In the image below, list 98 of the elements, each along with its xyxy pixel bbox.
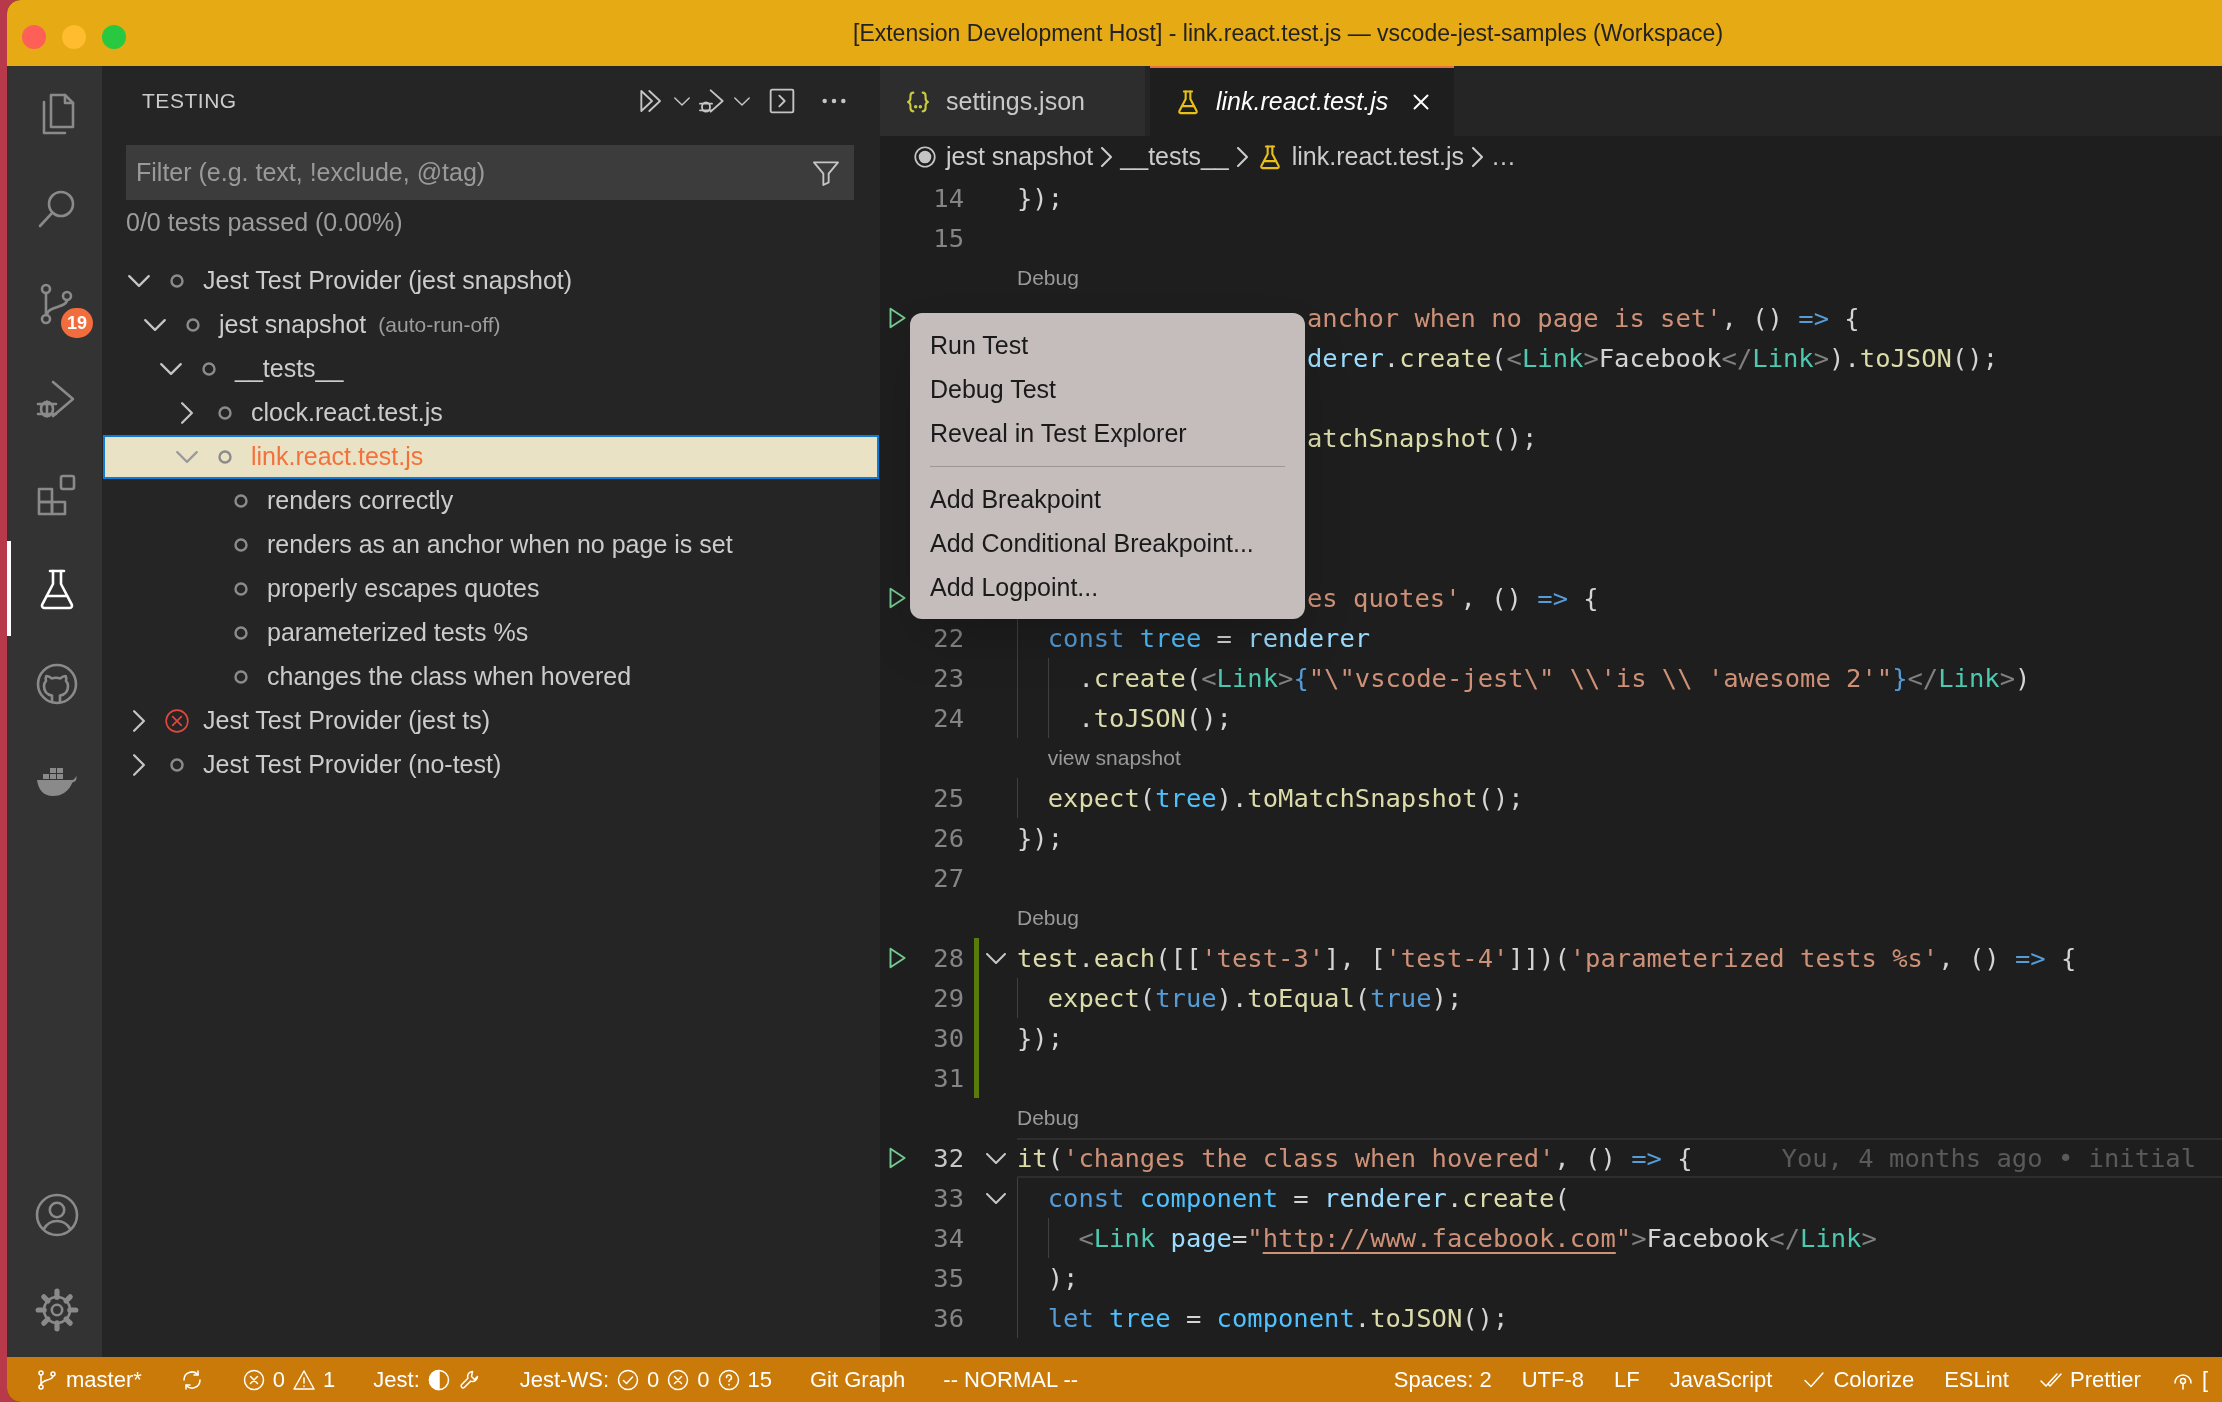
tree-label: renders as an anchor when no page is set [267, 529, 733, 561]
error-icon [164, 706, 190, 736]
line-number: 32 [932, 1141, 964, 1175]
code-line: expect(tree).toMatchSnapshot(); [1017, 778, 1524, 818]
menu-item[interactable]: Debug Test [910, 368, 1305, 412]
line-number: 36 [932, 1301, 964, 1335]
code-line: const component = renderer.create( [1017, 1178, 1570, 1218]
error-icon [241, 1367, 266, 1392]
breadcrumb-item[interactable]: link.react.test.js [1255, 138, 1465, 176]
codelens-link[interactable]: Debug [1017, 1102, 1079, 1134]
code-line: atchSnapshot(); [1307, 421, 1538, 455]
line-number: 26 [932, 821, 964, 855]
half-circle-icon [426, 1367, 451, 1392]
menu-item[interactable]: Reveal in Test Explorer [910, 412, 1305, 456]
menu-item[interactable]: Add Logpoint... [910, 566, 1305, 610]
code-line: test.each([['test-3'], ['test-4']])('parameterized tests %s', () => { [1017, 941, 2077, 975]
check-circle-icon [616, 1367, 640, 1392]
tree-label: renders correctly [267, 485, 454, 517]
line-number: 34 [932, 1221, 964, 1255]
tree-item[interactable]: Jest Test Provider (no-test) [103, 743, 879, 787]
tree-label: Jest Test Provider (no-test) [203, 749, 502, 781]
code-line: derer.create(<Link>Facebook</Link>).toJSON(); [1307, 341, 1998, 375]
code-line: expect(true).toEqual(true); [1017, 978, 1463, 1018]
fold-chevron-icon[interactable] [986, 1152, 1006, 1164]
tree-item[interactable]: changes the class when hovered [103, 655, 879, 699]
code-line: anchor when no page is set', () => { [1307, 301, 1860, 335]
menu-item[interactable]: Run Test [910, 324, 1305, 368]
panel-title: TESTING [142, 88, 237, 115]
code-line: const tree = renderer [1017, 618, 1371, 658]
line-number: 15 [932, 221, 964, 255]
question-icon [716, 1367, 741, 1392]
tree-item[interactable]: renders correctly [103, 479, 879, 523]
line-number: 35 [932, 1261, 964, 1295]
breadcrumb-item[interactable]: … [1491, 138, 1517, 176]
code-line: ); [1017, 1258, 1079, 1298]
code-line: }); [1017, 181, 1064, 215]
line-number: 28 [932, 941, 964, 975]
line-number: 22 [932, 621, 964, 655]
tree-item[interactable]: properly escapes quotes [103, 567, 879, 611]
chevron-right-icon [1236, 147, 1248, 167]
filter-field[interactable]: Filter (e.g. text, !exclude, @tag) [126, 145, 854, 200]
tree-label: link.react.test.js [251, 441, 424, 473]
tree-label: Jest Test Provider (jest snapshot) [203, 265, 573, 297]
code-line: es quotes', () => { [1307, 581, 1599, 615]
tree-item[interactable]: __tests__ [103, 347, 879, 391]
menu-item[interactable]: Add Breakpoint [910, 478, 1305, 522]
code-line: .toJSON(); [1017, 698, 1232, 738]
menu-item[interactable]: Add Conditional Breakpoint... [910, 522, 1305, 566]
tree-item[interactable]: Jest Test Provider (jest ts) [103, 699, 879, 743]
window-title: [Extension Development Host] - link.react.test.js — vscode-jest-samples (Workspace) [853, 18, 1724, 48]
code-line: it('changes the class when hovered', () => { [1017, 1141, 1693, 1175]
fold-chevron-icon[interactable] [986, 952, 1006, 964]
code-line: }); [1017, 1021, 1064, 1055]
notification-badge: 19 [61, 308, 94, 338]
breadcrumb-item[interactable]: jest snapshot [912, 138, 1094, 176]
line-number: 33 [932, 1181, 964, 1215]
target-icon [912, 144, 938, 170]
error-icon [666, 1367, 691, 1392]
tree-label: Jest Test Provider (jest ts) [203, 705, 491, 737]
chevron-right-icon [1101, 147, 1113, 167]
line-number: 14 [932, 181, 964, 215]
line-number: 23 [932, 661, 964, 695]
editor-tab[interactable]: settings.json [880, 66, 1145, 136]
line-number: 25 [932, 781, 964, 815]
codelens-link[interactable]: view snapshot [1047, 742, 1181, 774]
fold-chevron-icon[interactable] [986, 1192, 1006, 1204]
tree-item[interactable]: jest snapshot (auto-run-off) [103, 303, 879, 347]
branch-icon [35, 1367, 59, 1392]
code-line: .create(<Link>{"\"vscode-jest\" \\'is \\ 'awesome 2'"}</Link>) [1017, 658, 2031, 698]
blame-annotation: You, 4 months ago • initial [1781, 1141, 2197, 1175]
line-number: 27 [932, 861, 964, 895]
breadcrumb-item[interactable]: __tests__ [1120, 138, 1229, 176]
warning-icon [292, 1367, 317, 1392]
codelens-link[interactable]: Debug [1017, 262, 1079, 294]
tree-label: clock.react.test.js [251, 397, 443, 429]
codelens-link[interactable]: Debug [1017, 902, 1079, 934]
tree-item[interactable]: clock.react.test.js [103, 391, 879, 435]
code-line: let tree = component.toJSON(); [1017, 1298, 1509, 1338]
line-number: 29 [932, 981, 964, 1015]
tree-description: (auto-run-off) [378, 312, 501, 339]
line-number: 24 [932, 701, 964, 735]
tree-label: __tests__ [235, 353, 344, 385]
code-line: <Link page="http://www.facebook.com">Facebook</Link> [1017, 1218, 1877, 1258]
line-number: 30 [932, 1021, 964, 1055]
tree-label: parameterized tests %s [267, 617, 529, 649]
editor-tab[interactable]: link.react.test.js [1149, 66, 1455, 136]
tree-item[interactable]: parameterized tests %s [103, 611, 879, 655]
tree-label: jest snapshot [219, 309, 367, 341]
tree-label: changes the class when hovered [267, 661, 632, 693]
line-number: 31 [932, 1061, 964, 1095]
tree-label: properly escapes quotes [267, 573, 540, 605]
chevron-down-icon [674, 96, 690, 106]
tree-item[interactable]: Jest Test Provider (jest snapshot) [103, 259, 879, 303]
test-summary: 0/0 tests passed (0.00%) [126, 207, 404, 239]
code-line: }); [1017, 821, 1064, 855]
chevron-down-icon [734, 96, 750, 106]
chevron-right-icon [1472, 147, 1484, 167]
tree-item[interactable]: renders as an anchor when no page is set [103, 523, 879, 567]
